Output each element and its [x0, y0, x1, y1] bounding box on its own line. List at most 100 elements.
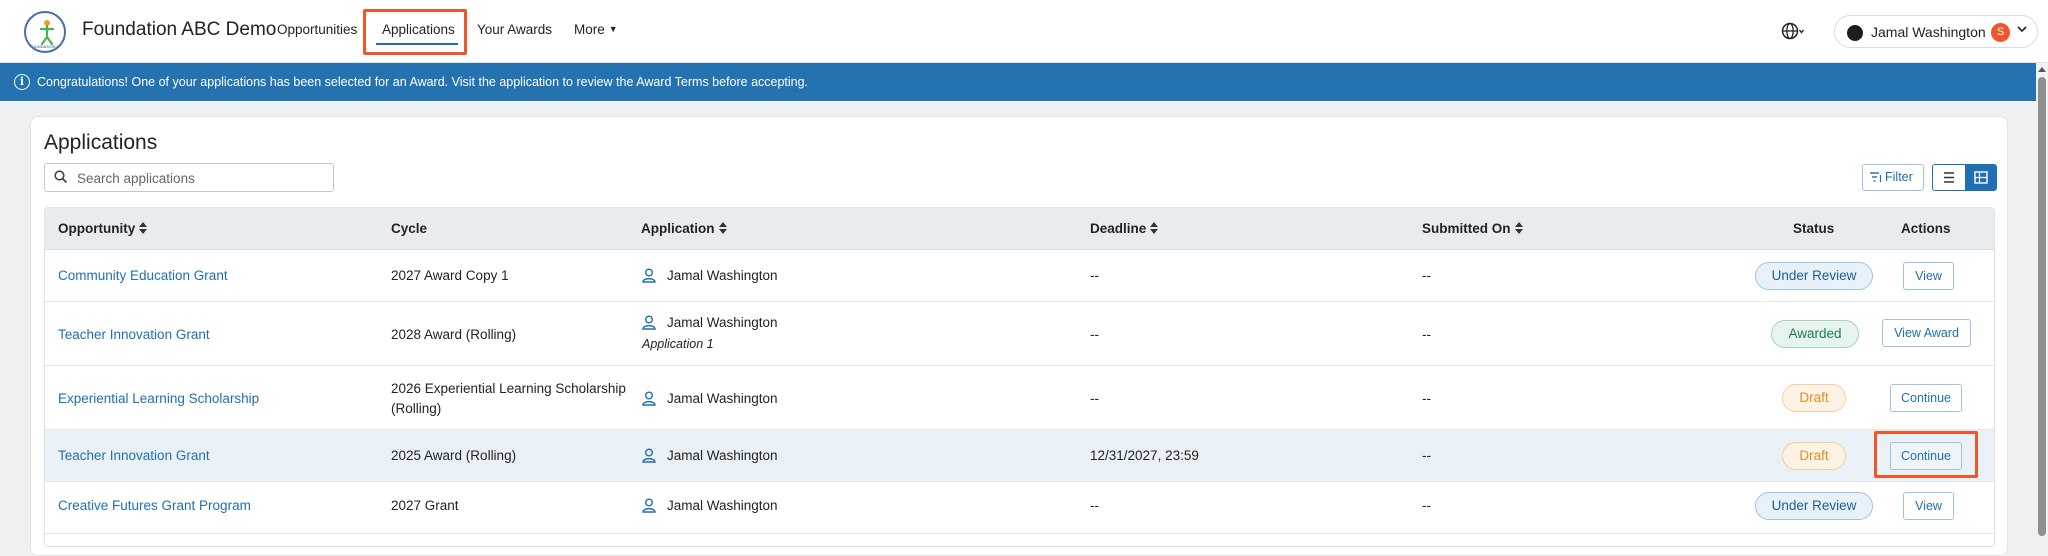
- avatar: [1847, 25, 1863, 41]
- nav-opportunities[interactable]: Opportunities: [277, 22, 357, 37]
- table-row: Creative Futures Grant Program 2027 Gran…: [45, 482, 1994, 534]
- applicant-name: Jamal Washington: [667, 498, 778, 513]
- sort-icon: [1514, 222, 1523, 234]
- filter-icon: [1870, 172, 1882, 182]
- nav-more-label: More: [574, 22, 605, 37]
- nav-your-awards[interactable]: Your Awards: [477, 22, 552, 37]
- status-badge: Under Review: [1755, 262, 1873, 290]
- submitted-cell: --: [1422, 448, 1431, 463]
- header-deadline-label: Deadline: [1090, 221, 1147, 236]
- header-submitted-on-label: Submitted On: [1422, 221, 1511, 236]
- page-title: Applications: [44, 131, 158, 154]
- submitted-cell: --: [1422, 391, 1431, 406]
- table-view-button[interactable]: [1965, 165, 1996, 190]
- table-row: Community Education Grant 2027 Award Cop…: [45, 250, 1994, 302]
- info-icon: i: [14, 74, 30, 90]
- search-input[interactable]: [75, 168, 325, 188]
- opportunity-link[interactable]: Creative Futures Grant Program: [58, 498, 251, 513]
- opportunity-link[interactable]: Teacher Innovation Grant: [58, 327, 210, 342]
- applicant-name: Jamal Washington: [667, 391, 778, 406]
- applicant-name: Jamal Washington: [667, 315, 778, 330]
- table-header: Opportunity Cycle Application Deadline S…: [45, 208, 1994, 250]
- cycle-cell: 2026 Experiential Learning Scholarship: [391, 381, 626, 396]
- svg-text:FOUNDATION ABC: FOUNDATION ABC: [29, 44, 64, 49]
- applications-table: Opportunity Cycle Application Deadline S…: [44, 207, 1995, 547]
- language-selector[interactable]: [1781, 21, 1805, 41]
- header-status: Status: [1793, 221, 1835, 236]
- caret-down-icon: ▼: [608, 24, 618, 34]
- status-badge: Draft: [1782, 442, 1846, 470]
- submitted-cell: --: [1422, 327, 1431, 342]
- header-application-label: Application: [641, 221, 715, 236]
- header-deadline[interactable]: Deadline: [1090, 221, 1159, 236]
- sort-icon: [718, 222, 727, 234]
- active-tab-indicator: [376, 43, 458, 45]
- application-name: Application 1: [642, 337, 714, 351]
- search-box[interactable]: [44, 163, 334, 192]
- person-icon: [642, 391, 656, 406]
- table-row: Experiential Learning Scholarship 2026 E…: [45, 366, 1994, 430]
- foundation-logo[interactable]: FOUNDATION ABC: [24, 11, 66, 53]
- status-badge: Draft: [1782, 384, 1846, 412]
- header-opportunity[interactable]: Opportunity: [58, 221, 148, 236]
- table-row: Teacher Innovation Grant 2028 Award (Rol…: [45, 302, 1994, 366]
- search-icon: [54, 170, 68, 184]
- submitted-cell: --: [1422, 498, 1431, 513]
- table-grid-icon: [1974, 171, 1988, 184]
- header-actions: Actions: [1901, 221, 1951, 236]
- nav-more[interactable]: More ▼: [574, 22, 618, 37]
- scrollbar-thumb[interactable]: [2038, 77, 2046, 536]
- filter-button[interactable]: Filter: [1862, 164, 1924, 191]
- table-row: Teacher Innovation Grant 2025 Award (Rol…: [45, 430, 1994, 482]
- top-navbar: FOUNDATION ABC Foundation ABC Demo Oppor…: [0, 0, 2048, 63]
- submitted-cell: --: [1422, 268, 1431, 283]
- globe-icon: [1781, 22, 1805, 40]
- nav-applications[interactable]: Applications: [382, 22, 455, 37]
- cycle-cell: 2027 Grant: [391, 498, 459, 513]
- header-cycle: Cycle: [391, 221, 428, 236]
- view-toggle[interactable]: [1932, 164, 1997, 191]
- continue-button[interactable]: Continue: [1890, 442, 1962, 470]
- list-icon: [1944, 172, 1954, 183]
- deadline-cell: --: [1090, 327, 1099, 342]
- continue-button[interactable]: Continue: [1890, 384, 1962, 412]
- user-name: Jamal Washington: [1871, 24, 1986, 40]
- cycle-cell: 2027 Award Copy 1: [391, 268, 509, 283]
- view-award-button[interactable]: View Award: [1882, 319, 1971, 347]
- deadline-cell: --: [1090, 268, 1099, 283]
- deadline-cell: 12/31/2027, 23:59: [1090, 448, 1199, 463]
- chevron-down-icon: [2017, 24, 2027, 37]
- header-submitted-on[interactable]: Submitted On: [1422, 221, 1523, 236]
- deadline-cell: --: [1090, 391, 1099, 406]
- header-application[interactable]: Application: [641, 221, 727, 236]
- opportunity-link[interactable]: Teacher Innovation Grant: [58, 448, 210, 463]
- applicant-name: Jamal Washington: [667, 448, 778, 463]
- person-icon: [642, 315, 656, 330]
- notification-badge: S: [1991, 23, 2010, 42]
- user-menu[interactable]: Jamal Washington S: [1834, 15, 2038, 48]
- list-view-button[interactable]: [1933, 165, 1965, 190]
- cycle-cell: 2025 Award (Rolling): [391, 448, 517, 463]
- banner-message: Congratulations! One of your application…: [37, 75, 809, 89]
- view-button[interactable]: View: [1903, 262, 1954, 290]
- applicant-name: Jamal Washington: [667, 268, 778, 283]
- logo-figure-icon: FOUNDATION ABC: [29, 20, 64, 49]
- page-scrollbar[interactable]: [2036, 63, 2048, 536]
- status-badge: Under Review: [1755, 492, 1873, 520]
- award-notification-banner: i Congratulations! One of your applicati…: [0, 63, 2036, 101]
- sort-icon: [139, 222, 148, 234]
- applications-card: Applications Filter: [30, 116, 2008, 556]
- filter-label: Filter: [1885, 170, 1913, 184]
- opportunity-link[interactable]: Experiential Learning Scholarship: [58, 391, 259, 406]
- sort-icon: [1150, 222, 1159, 234]
- cycle-cell: 2028 Award (Rolling): [391, 327, 517, 342]
- status-badge: Awarded: [1771, 320, 1859, 348]
- view-button[interactable]: View: [1903, 492, 1954, 520]
- scroll-up-arrow-icon[interactable]: [2038, 67, 2046, 72]
- person-icon: [642, 498, 656, 513]
- brand-title[interactable]: Foundation ABC Demo: [82, 19, 276, 41]
- opportunity-link[interactable]: Community Education Grant: [58, 268, 228, 283]
- cycle-cell-line2: (Rolling): [391, 401, 442, 416]
- header-opportunity-label: Opportunity: [58, 221, 136, 236]
- deadline-cell: --: [1090, 498, 1099, 513]
